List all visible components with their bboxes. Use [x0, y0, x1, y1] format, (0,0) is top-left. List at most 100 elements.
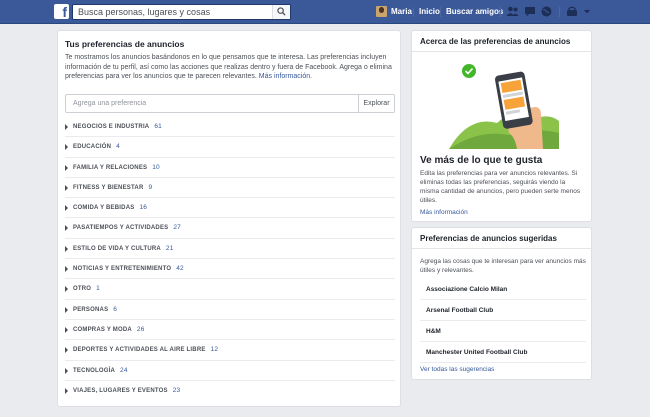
- category-label: NEGOCIOS E INDUSTRIA 61: [73, 123, 162, 130]
- category-row[interactable]: TECNOLOGÍA 24: [65, 361, 395, 381]
- suggestion-item[interactable]: Manchester United Football Club: [420, 342, 586, 363]
- facebook-logo-icon[interactable]: f: [54, 4, 69, 19]
- friend-requests-icon[interactable]: [506, 6, 519, 17]
- category-label: PASATIEMPOS Y ACTIVIDADES 27: [73, 224, 181, 231]
- home-link[interactable]: Inicio: [419, 7, 440, 16]
- category-count: 4: [116, 143, 120, 151]
- expand-arrow-icon: [65, 286, 68, 293]
- intro-body: Te mostramos los anuncios basándonos en …: [65, 54, 392, 80]
- explore-button[interactable]: Explorar: [358, 95, 394, 112]
- suggestion-list: Associazione Calcio Milan Arsenal Footbal…: [420, 279, 586, 363]
- suggestion-label: H&M: [426, 328, 441, 335]
- category-label: VIAJES, LUGARES Y EVENTOS 23: [73, 387, 180, 394]
- category-count: 21: [165, 244, 174, 252]
- category-row[interactable]: NEGOCIOS E INDUSTRIA 61: [65, 117, 395, 138]
- suggestion-label: Manchester United Football Club: [426, 349, 528, 356]
- expand-arrow-icon: [65, 367, 68, 374]
- suggested-preferences-panel: Preferencias de anuncios sugeridas Agreg…: [411, 227, 592, 380]
- notifications-globe-icon[interactable]: [541, 6, 552, 17]
- search-button[interactable]: [272, 5, 290, 19]
- category-row[interactable]: PERSONAS 6: [65, 300, 395, 320]
- category-name: ESTILO DE VIDA Y CULTURA: [73, 245, 161, 252]
- suggested-panel-title: Preferencias de anuncios sugeridas: [420, 234, 557, 243]
- phone-ads-illustration: [449, 64, 559, 149]
- suggestion-item[interactable]: Associazione Calcio Milan: [420, 279, 586, 300]
- category-label: OTRO 1: [73, 285, 100, 292]
- category-name: COMPRAS Y MODA: [73, 326, 132, 333]
- category-row[interactable]: COMIDA Y BEBIDAS 16: [65, 198, 395, 219]
- expand-arrow-icon: [65, 387, 68, 394]
- category-label: FAMILIA Y RELACIONES 10: [73, 164, 160, 171]
- category-name: NOTICIAS Y ENTRETENIMIENTO: [73, 266, 172, 273]
- category-count: 9: [148, 183, 153, 191]
- panel-header: Acerca de las preferencias de anuncios: [412, 31, 591, 52]
- category-name: PERSONAS: [73, 306, 109, 313]
- profile-link[interactable]: Maria: [391, 7, 412, 16]
- category-name: NEGOCIOS E INDUSTRIA: [73, 124, 150, 130]
- category-label: ESTILO DE VIDA Y CULTURA 21: [73, 245, 174, 252]
- category-row[interactable]: FAMILIA Y RELACIONES 10: [65, 158, 395, 178]
- panel-header: Preferencias de anuncios sugeridas: [412, 228, 591, 249]
- expand-arrow-icon: [65, 326, 68, 333]
- about-ad-preferences-panel: Acerca de las preferencias de anuncios V…: [411, 30, 592, 253]
- category-label: COMIDA Y BEBIDAS 16: [73, 204, 147, 211]
- suggestion-label: Associazione Calcio Milan: [426, 286, 508, 293]
- category-count: 27: [173, 224, 181, 232]
- category-list: NEGOCIOS E INDUSTRIA 61 EDUCACIÓN 4 FAMILIA …: [65, 117, 395, 401]
- learn-more-link[interactable]: Más información.: [259, 73, 312, 80]
- add-preference-input[interactable]: Agrega una preferencia: [73, 100, 146, 107]
- category-name: PASATIEMPOS Y ACTIVIDADES: [73, 225, 169, 232]
- category-label: FITNESS Y BIENESTAR 9: [73, 184, 152, 191]
- category-label: DEPORTES Y ACTIVIDADES AL AIRE LIBRE 12: [73, 346, 218, 353]
- category-name: TECNOLOGÍA: [73, 367, 115, 374]
- search-icon: [277, 7, 286, 16]
- chevron-down-icon[interactable]: [583, 6, 591, 17]
- category-count: 42: [176, 265, 184, 273]
- category-row[interactable]: EDUCACIÓN 4: [65, 137, 395, 158]
- expand-arrow-icon: [65, 164, 68, 171]
- suggestion-item[interactable]: H&M: [420, 321, 586, 342]
- suggestion-label: Arsenal Football Club: [426, 307, 494, 314]
- add-preference-field[interactable]: Agrega una preferencia Explorar: [65, 94, 395, 113]
- page-title: Tus preferencias de anuncios: [65, 39, 185, 49]
- more-info-link[interactable]: Más información: [420, 209, 468, 216]
- category-row[interactable]: FITNESS Y BIENESTAR 9: [65, 178, 395, 199]
- category-name: DEPORTES Y ACTIVIDADES AL AIRE LIBRE: [73, 347, 206, 354]
- category-row[interactable]: VIAJES, LUGARES Y EVENTOS 23: [65, 381, 395, 401]
- suggested-description: Agrega las cosas que te interesan para v…: [420, 258, 586, 274]
- category-name: VIAJES, LUGARES Y EVENTOS: [73, 387, 168, 394]
- see-all-suggestions-link[interactable]: Ver todas las sugerencias: [420, 366, 494, 373]
- category-count: 16: [139, 204, 148, 212]
- expand-arrow-icon: [65, 347, 68, 354]
- category-row[interactable]: NOTICIAS Y ENTRETENIMIENTO 42: [65, 259, 395, 280]
- messages-icon[interactable]: [524, 6, 536, 17]
- category-label: PERSONAS 6: [73, 306, 117, 313]
- category-row[interactable]: PASATIEMPOS Y ACTIVIDADES 27: [65, 218, 395, 239]
- category-count: 1: [96, 285, 100, 293]
- top-navigation-bar: f Busca personas, lugares y cosas Maria …: [0, 0, 650, 24]
- expand-arrow-icon: [65, 225, 68, 232]
- find-friends-link[interactable]: Buscar amigos: [446, 7, 503, 16]
- category-count: 24: [120, 366, 128, 374]
- category-count: 23: [172, 386, 181, 394]
- category-count: 26: [136, 325, 145, 333]
- search-input[interactable]: Busca personas, lugares y cosas: [72, 4, 291, 20]
- category-row[interactable]: DEPORTES Y ACTIVIDADES AL AIRE LIBRE 12: [65, 340, 395, 361]
- expand-arrow-icon: [65, 266, 68, 273]
- nav-divider: [440, 7, 441, 17]
- nav-divider: [559, 7, 560, 17]
- search-placeholder: Busca personas, lugares y cosas: [78, 7, 211, 17]
- category-name: FAMILIA Y RELACIONES: [73, 164, 148, 171]
- privacy-shortcuts-icon[interactable]: [566, 6, 578, 17]
- category-row[interactable]: ESTILO DE VIDA Y CULTURA 21: [65, 239, 395, 260]
- category-row[interactable]: OTRO 1: [65, 279, 395, 300]
- avatar[interactable]: [376, 6, 387, 17]
- expand-arrow-icon: [65, 124, 68, 130]
- expand-arrow-icon: [65, 245, 68, 252]
- suggestion-item[interactable]: Arsenal Football Club: [420, 300, 586, 321]
- about-heading: Ve más de lo que te gusta: [420, 155, 543, 166]
- category-name: EDUCACIÓN: [73, 144, 112, 151]
- category-row[interactable]: COMPRAS Y MODA 26: [65, 320, 395, 341]
- category-label: COMPRAS Y MODA 26: [73, 326, 145, 333]
- category-count: 61: [154, 123, 162, 130]
